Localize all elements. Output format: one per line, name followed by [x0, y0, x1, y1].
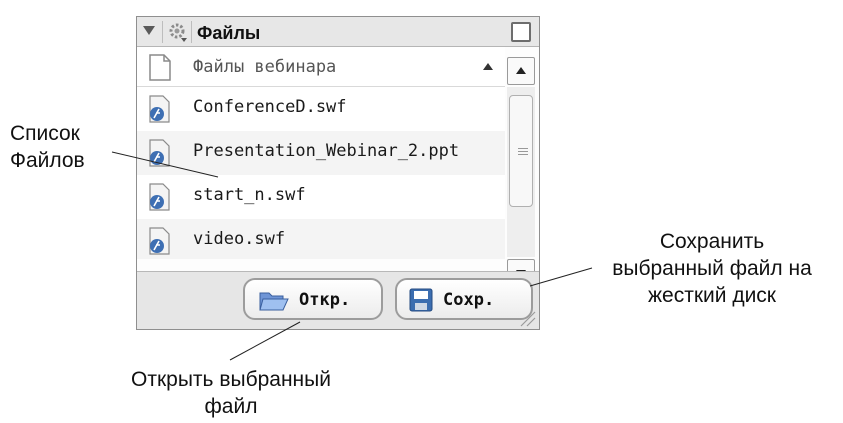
- annotation-line: Открыть выбранный: [131, 368, 331, 391]
- annotation-line: Сохранить: [659, 230, 765, 253]
- callout-lines: [111, 151, 593, 361]
- save-annotation: Сохранить выбранный файл на жесткий диск: [582, 228, 842, 309]
- annotation-line: жесткий диск: [648, 284, 776, 307]
- annotation-line: выбранный файл на: [612, 257, 812, 280]
- annotation-line: Файлов: [10, 149, 85, 172]
- annotation-line: Список: [10, 122, 80, 145]
- file-list-annotation: Список Файлов: [10, 120, 85, 174]
- annotation-line: файл: [204, 395, 258, 418]
- file-list-callout-line: [111, 151, 219, 178]
- open-callout-line: [229, 321, 301, 361]
- open-annotation: Открыть выбранный файл: [90, 366, 372, 420]
